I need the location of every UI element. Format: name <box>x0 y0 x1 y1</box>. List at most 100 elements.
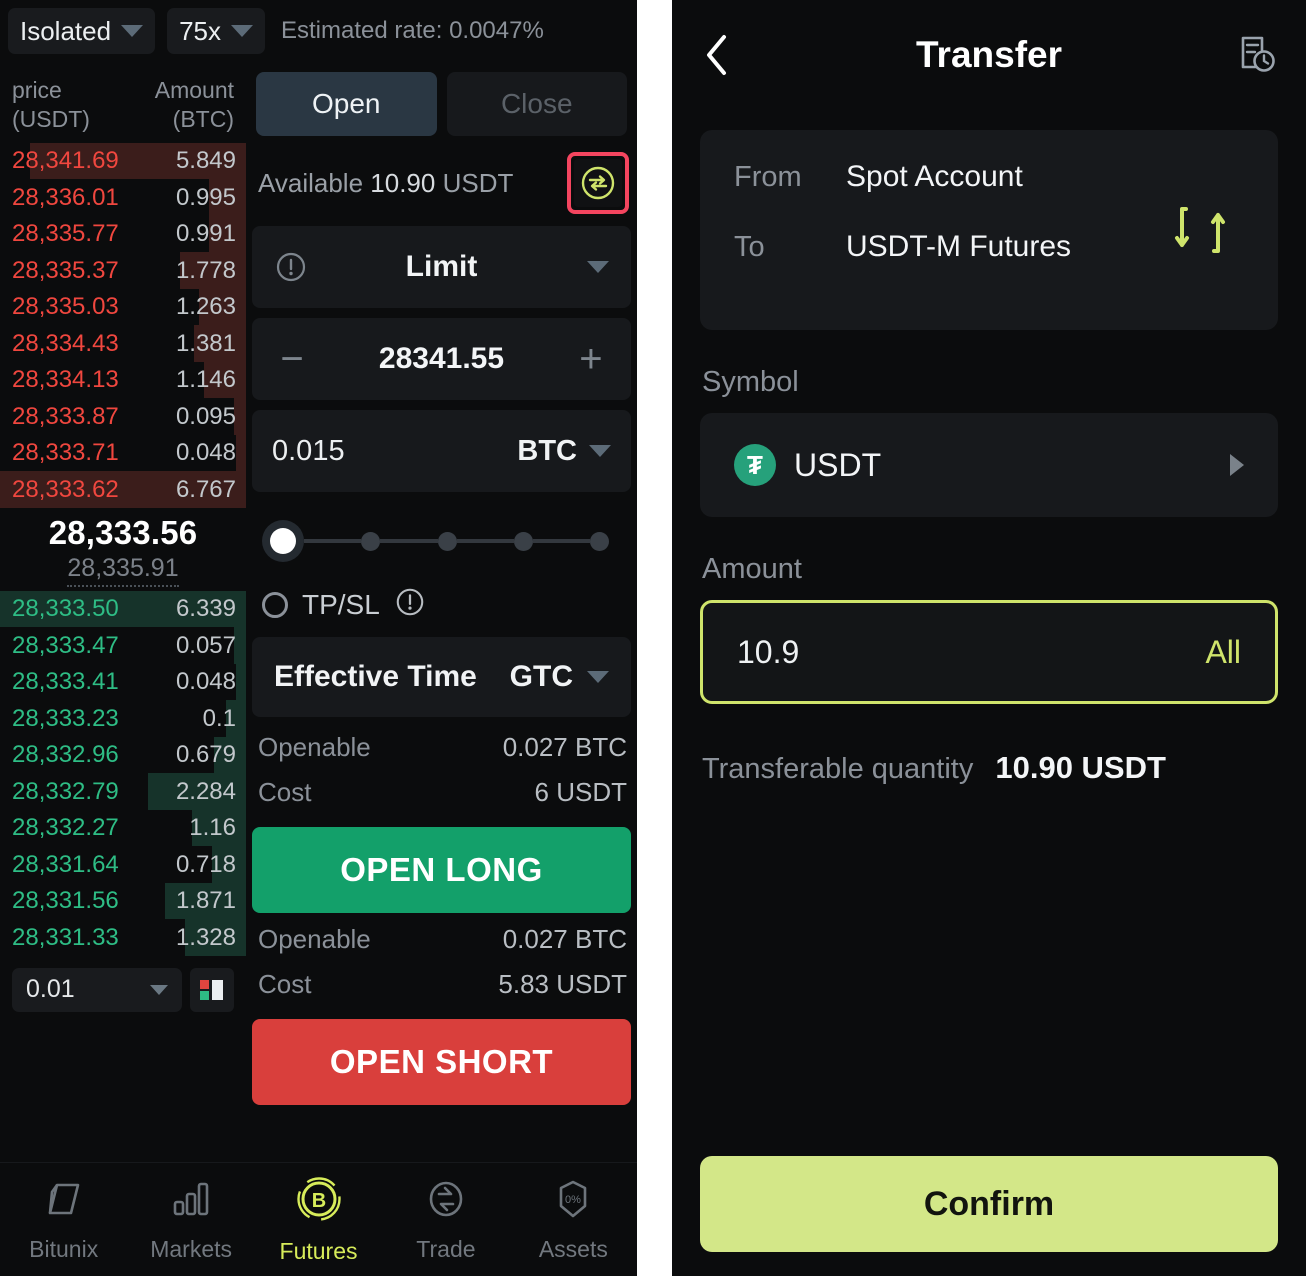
slider-track[interactable] <box>532 539 590 543</box>
nav-item-markets[interactable]: Markets <box>127 1176 254 1263</box>
tab-open[interactable]: Open <box>256 72 437 136</box>
order-book-row[interactable]: 28,335.37 1.778 <box>0 252 246 289</box>
from-label: From <box>734 160 802 193</box>
row-price: 28,331.64 <box>12 850 119 878</box>
decrease-price-button[interactable]: − <box>272 339 312 379</box>
tab-close[interactable]: Close <box>446 72 627 136</box>
nav-item-futures[interactable]: B Futures <box>255 1174 382 1265</box>
symbol-section-label: Symbol <box>702 366 799 398</box>
order-book-row[interactable]: 28,333.71 0.048 <box>0 434 246 472</box>
info-icon[interactable] <box>394 586 426 623</box>
order-book-row[interactable]: 28,335.03 1.263 <box>0 288 246 326</box>
tpsl-checkbox[interactable] <box>262 591 288 618</box>
slider-step-50[interactable] <box>437 531 457 551</box>
open-long-button[interactable]: OPEN LONG <box>252 827 631 913</box>
order-type-dropdown[interactable]: Limit <box>252 226 631 308</box>
order-book-row[interactable]: 28,332.27 1.16 <box>0 809 246 847</box>
row-amount: 5.849 <box>175 147 236 175</box>
long-openable-row: Openable 0.027 BTC <box>252 725 631 770</box>
order-book-row[interactable]: 28,335.77 0.991 <box>0 215 246 253</box>
symbol-selector[interactable]: ₮ USDT <box>700 413 1278 517</box>
order-book-row[interactable]: 28,333.23 0.1 <box>0 700 246 737</box>
slider-step-75[interactable] <box>513 531 533 551</box>
swap-vertical-icon[interactable] <box>1172 199 1228 261</box>
nav-item-bitunix[interactable]: Bitunix <box>0 1176 127 1263</box>
order-book-row[interactable]: 28,331.56 1.871 <box>0 882 246 920</box>
order-book-row[interactable]: 28,336.01 0.995 <box>0 179 246 216</box>
quantity-unit-dropdown[interactable]: BTC <box>517 435 611 468</box>
open-short-button[interactable]: OPEN SHORT <box>252 1019 631 1105</box>
amount-input-wrapper[interactable]: 10.9 All <box>700 600 1278 704</box>
trading-topbar: Isolated 75x Estimated rate: 0.0047% <box>0 0 637 62</box>
cube-icon <box>41 1176 87 1227</box>
order-book-row[interactable]: 28,331.64 0.718 <box>0 846 246 883</box>
available-value: 10.90 <box>370 167 436 198</box>
row-price: 28,332.96 <box>12 741 119 769</box>
order-book-row[interactable]: 28,334.43 1.381 <box>0 325 246 362</box>
slider-step-100[interactable] <box>590 531 609 551</box>
row-amount: 0.095 <box>175 402 236 430</box>
quantity-field[interactable]: 0.015 BTC <box>252 410 631 492</box>
row-price: 28,333.47 <box>12 631 119 659</box>
order-book-row[interactable]: 28,331.33 1.328 <box>0 919 246 956</box>
order-book-row[interactable]: 28,333.41 0.048 <box>0 663 246 701</box>
leverage-dropdown[interactable]: 75x <box>167 8 265 54</box>
slider-knob[interactable] <box>262 520 304 562</box>
tick-size-dropdown[interactable]: 0.01 <box>12 967 182 1012</box>
row-price: 28,335.03 <box>12 293 119 321</box>
slider-track[interactable] <box>380 539 438 543</box>
order-book-row[interactable]: 28,333.50 6.339 <box>0 590 246 628</box>
row-amount: 0.679 <box>175 741 236 769</box>
nav-item-trade[interactable]: Trade <box>382 1176 509 1263</box>
order-book-row[interactable]: 28,334.13 1.146 <box>0 361 246 399</box>
nav-label: Bitunix <box>29 1236 99 1262</box>
effective-time-dropdown[interactable]: Effective Time GTC <box>252 637 631 717</box>
price-input[interactable]: 28341.55 <box>379 342 504 376</box>
order-book-row[interactable]: 28,332.79 2.284 <box>0 773 246 810</box>
depth-layout-icon[interactable] <box>190 967 234 1012</box>
tpsl-row[interactable]: TP/SL <box>252 576 631 637</box>
quantity-unit-label: BTC <box>517 434 577 467</box>
transfer-from-row[interactable]: From Spot Account <box>734 160 1244 194</box>
order-book-header: price (USDT) Amount (BTC) <box>0 62 246 143</box>
slider-track[interactable] <box>304 539 362 543</box>
back-chevron-icon[interactable] <box>700 31 734 79</box>
order-book: price (USDT) Amount (BTC) 28,341.69 5.84… <box>0 62 246 1162</box>
transfer-direction-card[interactable]: From Spot Account To USDT-M Futures <box>700 130 1278 330</box>
order-book-row[interactable]: 28,341.69 5.849 <box>0 142 246 180</box>
row-amount: 1.16 <box>189 814 236 842</box>
amount-input[interactable]: 10.9 <box>737 634 799 671</box>
increase-price-button[interactable]: + <box>571 339 611 379</box>
amount-slider[interactable] <box>252 502 631 576</box>
confirm-button[interactable]: Confirm <box>700 1156 1278 1252</box>
chevron-down-icon <box>589 445 611 457</box>
nav-label: Markets <box>150 1236 232 1262</box>
svg-text:0%: 0% <box>565 1194 581 1206</box>
order-book-row[interactable]: 28,332.96 0.679 <box>0 736 246 774</box>
row-price: 28,333.87 <box>12 402 119 430</box>
row-amount: 6.339 <box>175 595 236 623</box>
transfer-to-row[interactable]: To USDT-M Futures <box>734 230 1244 264</box>
long-cost-label: Cost <box>258 777 312 807</box>
quantity-input[interactable]: 0.015 <box>272 435 345 468</box>
price-stepper[interactable]: − 28341.55 + <box>252 318 631 400</box>
nav-item-assets[interactable]: 0% Assets <box>510 1176 637 1263</box>
available-row: Available 10.90 USDT <box>252 136 631 226</box>
amount-all-button[interactable]: All <box>1205 634 1241 671</box>
row-amount: 0.718 <box>175 850 236 878</box>
margin-mode-dropdown[interactable]: Isolated <box>8 8 156 54</box>
confirm-area: Confirm <box>672 1156 1306 1276</box>
row-amount: 1.146 <box>175 366 236 394</box>
transfer-history-icon[interactable] <box>1234 33 1278 77</box>
chevron-down-icon <box>150 984 168 995</box>
slider-track[interactable] <box>456 539 514 543</box>
transfer-button[interactable] <box>574 159 622 207</box>
order-book-row[interactable]: 28,333.62 6.767 <box>0 471 246 508</box>
panel-divider <box>637 0 672 1276</box>
nav-label: Assets <box>538 1236 608 1262</box>
info-icon[interactable] <box>274 250 308 284</box>
row-amount: 0.057 <box>175 631 236 659</box>
order-book-row[interactable]: 28,333.47 0.057 <box>0 627 246 664</box>
slider-step-25[interactable] <box>361 531 381 551</box>
order-book-row[interactable]: 28,333.87 0.095 <box>0 398 246 435</box>
